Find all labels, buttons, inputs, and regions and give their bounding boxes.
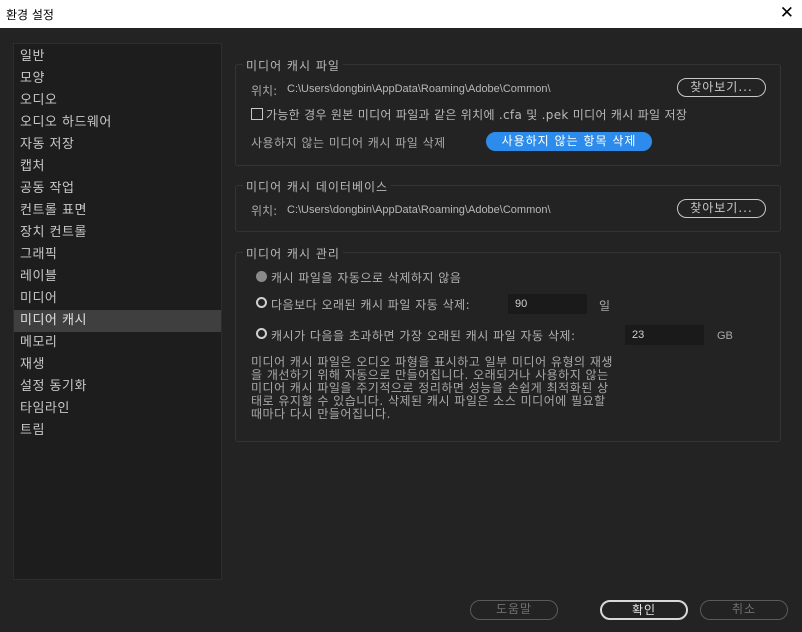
cancel-button[interactable]: 취소 bbox=[700, 600, 788, 620]
cache-database-location-path: C:\Users\dongbin\AppData\Roaming\Adobe\C… bbox=[287, 204, 551, 216]
sidebar-item[interactable]: 자동 저장 bbox=[14, 134, 221, 156]
radio-never-delete-label: 캐시 파일을 자동으로 삭제하지 않음 bbox=[271, 271, 462, 285]
description-line: 때마다 다시 만들어집니다. bbox=[251, 407, 391, 421]
delete-unused-label: 사용하지 않는 미디어 캐시 파일 삭제 bbox=[251, 136, 446, 150]
sidebar-item[interactable]: 오디오 하드웨어 bbox=[14, 112, 221, 134]
cache-database-browse-button[interactable]: 찾아보기... bbox=[677, 199, 766, 218]
window-title: 환경 설정 bbox=[6, 8, 54, 22]
sidebar-item[interactable]: 재생 bbox=[14, 354, 221, 376]
sidebar-item[interactable]: 미디어 캐시 bbox=[14, 310, 221, 332]
sidebar-item[interactable]: 컨트롤 표면 bbox=[14, 200, 221, 222]
cache-database-legend: 미디어 캐시 데이터베이스 bbox=[243, 178, 392, 195]
help-button[interactable]: 도움말 bbox=[470, 600, 558, 620]
sidebar-item[interactable]: 일반 bbox=[14, 46, 221, 68]
sidebar-item[interactable]: 미디어 bbox=[14, 288, 221, 310]
sidebar-item[interactable]: 메모리 bbox=[14, 332, 221, 354]
days-unit: 일 bbox=[599, 299, 611, 313]
sidebar-item[interactable]: 캡처 bbox=[14, 156, 221, 178]
cache-files-location-label: 위치: bbox=[251, 84, 278, 98]
store-beside-originals-checkbox[interactable] bbox=[251, 108, 263, 120]
sidebar-item[interactable]: 트림 bbox=[14, 420, 221, 442]
ok-button[interactable]: 확인 bbox=[600, 600, 688, 620]
radio-never-delete[interactable] bbox=[256, 271, 267, 282]
radio-delete-over-size-label: 캐시가 다음을 초과하면 가장 오래된 캐시 파일 자동 삭제: bbox=[271, 329, 576, 343]
radio-delete-older-than[interactable] bbox=[256, 297, 267, 308]
cache-management-legend: 미디어 캐시 관리 bbox=[243, 245, 343, 262]
delete-unused-button[interactable]: 사용하지 않는 항목 삭제 bbox=[486, 132, 652, 151]
sidebar-item[interactable]: 설정 동기화 bbox=[14, 376, 221, 398]
cache-files-legend: 미디어 캐시 파일 bbox=[243, 57, 343, 74]
sidebar-item[interactable]: 레이블 bbox=[14, 266, 221, 288]
radio-delete-older-than-label: 다음보다 오래된 캐시 파일 자동 삭제: bbox=[271, 298, 471, 312]
cache-database-location-label: 위치: bbox=[251, 204, 278, 218]
size-input[interactable]: 23 bbox=[625, 325, 704, 345]
radio-delete-over-size[interactable] bbox=[256, 328, 267, 339]
sidebar-item[interactable]: 그래픽 bbox=[14, 244, 221, 266]
days-input[interactable]: 90 bbox=[508, 294, 587, 314]
sidebar-item[interactable]: 오디오 bbox=[14, 90, 221, 112]
close-icon[interactable]: ✕ bbox=[780, 3, 794, 23]
sidebar-item[interactable]: 공동 작업 bbox=[14, 178, 221, 200]
sidebar-item[interactable]: 장치 컨트롤 bbox=[14, 222, 221, 244]
size-unit: GB bbox=[717, 330, 733, 342]
title-bar: 환경 설정 ✕ bbox=[0, 0, 802, 28]
sidebar-item[interactable]: 모양 bbox=[14, 68, 221, 90]
cache-files-browse-button[interactable]: 찾아보기... bbox=[677, 78, 766, 97]
sidebar-item[interactable]: 타임라인 bbox=[14, 398, 221, 420]
cache-description: 미디어 캐시 파일은 오디오 파형을 표시하고 일부 미디어 유형의 재생 을 … bbox=[251, 356, 681, 421]
category-list: 일반 모양 오디오 오디오 하드웨어 자동 저장 캡처 공동 작업 컨트롤 표면 장치 컨트롤 그… bbox=[13, 43, 222, 580]
cache-files-location-path: C:\Users\dongbin\AppData\Roaming\Adobe\C… bbox=[287, 83, 551, 95]
store-beside-originals-label: 가능한 경우 원본 미디어 파일과 같은 위치에 .cfa 및 .pek 미디어… bbox=[266, 108, 688, 122]
